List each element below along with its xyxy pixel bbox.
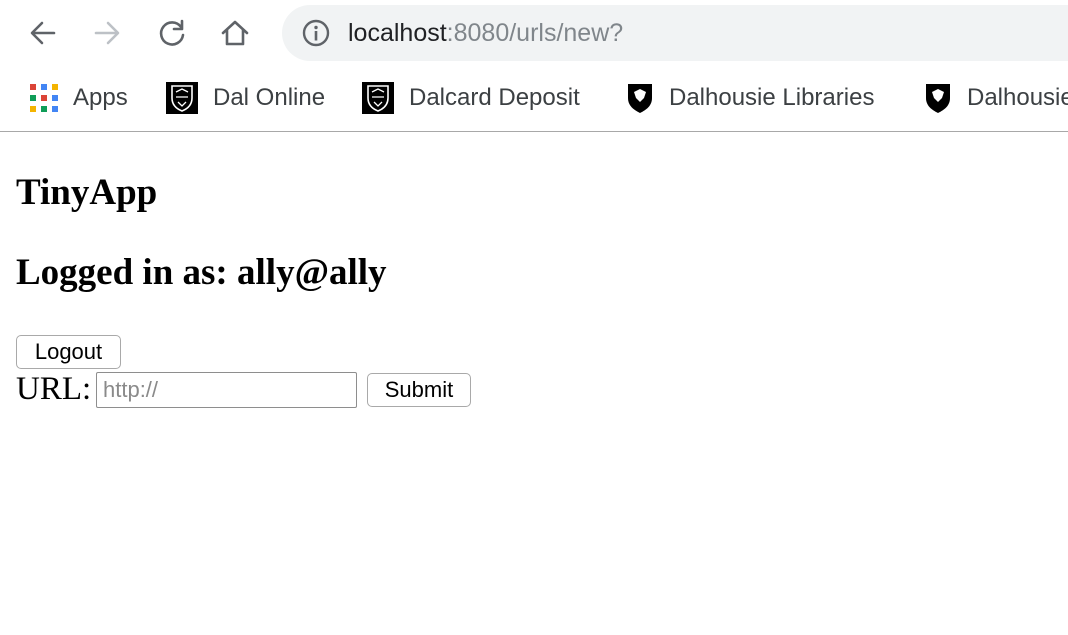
address-bar[interactable]: localhost:8080/urls/new? — [282, 5, 1068, 61]
bookmark-label: Dalcard Deposit — [409, 84, 580, 111]
bookmark-apps[interactable]: Apps — [30, 81, 128, 115]
home-icon — [221, 20, 249, 46]
logged-in-heading: Logged in as: ally@ally — [16, 252, 387, 293]
reload-button[interactable] — [152, 13, 192, 53]
bookmark-label: Dal Online — [213, 84, 326, 111]
dal-shield-icon — [926, 84, 950, 113]
logout-button[interactable]: Logout — [16, 335, 121, 369]
url-label: URL: — [16, 371, 92, 407]
bookmark-dal-online[interactable]: Dal Online — [166, 81, 325, 115]
url-path: :8080/urls/new? — [446, 19, 624, 47]
bookmark-label: Dalhousie — [967, 84, 1068, 111]
url-input[interactable] — [96, 372, 357, 408]
back-button[interactable] — [23, 13, 63, 53]
apps-grid-icon — [30, 84, 58, 112]
bookmark-label: Apps — [73, 84, 128, 111]
dal-crest-icon — [362, 82, 394, 114]
reload-icon — [159, 19, 185, 46]
dal-shield-icon — [628, 84, 652, 113]
bookmark-label: Dalhousie Libraries — [669, 84, 875, 111]
browser-toolbar: localhost:8080/urls/new? — [0, 0, 1068, 66]
bookmark-dalhousie-libraries[interactable]: Dalhousie Libraries — [626, 81, 874, 115]
home-button[interactable] — [215, 13, 255, 53]
address-text[interactable]: localhost:8080/urls/new? — [348, 18, 623, 48]
arrow-left-icon — [30, 21, 56, 45]
forward-button[interactable] — [87, 13, 127, 53]
bookmarks-bar: Apps Dal Online Dalcard Deposit Dalhousi… — [0, 66, 1068, 132]
submit-button[interactable]: Submit — [367, 373, 471, 407]
url-host: localhost — [348, 19, 447, 47]
page-title: TinyApp — [16, 172, 158, 213]
arrow-right-icon — [94, 21, 120, 45]
bookmark-dalcard-deposit[interactable]: Dalcard Deposit — [362, 81, 580, 115]
bookmark-dalhousie[interactable]: Dalhousie — [924, 81, 1068, 115]
dal-crest-icon — [166, 82, 198, 114]
info-icon[interactable] — [302, 19, 330, 47]
